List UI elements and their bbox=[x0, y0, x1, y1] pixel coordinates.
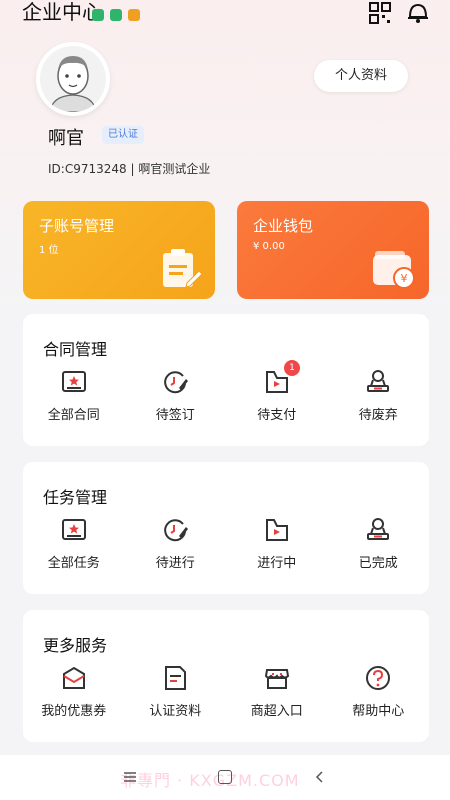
menu-icon[interactable] bbox=[122, 769, 138, 785]
section-title: 更多服务 bbox=[43, 636, 108, 655]
notification-icon bbox=[110, 9, 122, 21]
task-progress-icon bbox=[265, 519, 288, 541]
item-label: 进行中 bbox=[257, 556, 297, 571]
svg-text:¥: ¥ bbox=[401, 272, 408, 285]
contract-section: 合同管理 全部合同 待签订 1 待支付 待废弃 bbox=[23, 314, 429, 446]
verified-badge: 已认证 bbox=[102, 126, 144, 144]
item-label: 待废弃 bbox=[358, 408, 398, 423]
contract-all-icon bbox=[61, 371, 86, 392]
back-icon[interactable] bbox=[312, 769, 328, 785]
service-store[interactable]: 商超入口 bbox=[226, 664, 328, 719]
item-label: 全部任务 bbox=[47, 556, 100, 571]
watermark-text: 非專門 · KXGZM.COM bbox=[120, 771, 300, 790]
sign-pending-icon bbox=[164, 371, 189, 394]
item-label: 我的优惠券 bbox=[41, 704, 107, 719]
item-label: 商超入口 bbox=[250, 704, 303, 719]
wallet-icon: ¥ bbox=[373, 251, 415, 289]
notification-icon bbox=[128, 9, 140, 21]
card-value: 1 位 bbox=[39, 245, 59, 256]
card-value: ¥ 0.00 bbox=[253, 241, 285, 252]
avatar[interactable] bbox=[36, 42, 110, 116]
task-done-icon bbox=[367, 518, 390, 540]
task-in-progress[interactable]: 进行中 bbox=[226, 516, 328, 571]
item-label: 认证资料 bbox=[149, 704, 202, 719]
item-label: 全部合同 bbox=[47, 408, 100, 423]
profile-edit-button[interactable]: 个人资料 bbox=[314, 60, 408, 92]
coupon-icon bbox=[62, 666, 85, 689]
task-pending-icon bbox=[164, 519, 189, 542]
service-coupons[interactable]: 我的优惠券 bbox=[23, 664, 125, 719]
task-all-icon bbox=[61, 519, 86, 540]
status-bar: 企业中心 bbox=[0, 0, 450, 30]
message-icon[interactable] bbox=[406, 1, 430, 25]
notification-icon bbox=[92, 9, 104, 21]
contract-sign-pending[interactable]: 待签订 bbox=[125, 368, 227, 423]
discard-pending-icon bbox=[367, 370, 390, 392]
wallet-card[interactable]: 企业钱包 ¥ 0.00 ¥ bbox=[237, 201, 429, 299]
contract-discard-pending[interactable]: 待废弃 bbox=[328, 368, 430, 423]
section-title: 任务管理 bbox=[43, 488, 108, 507]
user-name: 啊官 bbox=[48, 128, 84, 149]
section-title: 合同管理 bbox=[43, 340, 108, 359]
task-done[interactable]: 已完成 bbox=[328, 516, 430, 571]
task-section: 任务管理 全部任务 待进行 进行中 已完成 bbox=[23, 462, 429, 594]
task-pending[interactable]: 待进行 bbox=[125, 516, 227, 571]
item-label: 待进行 bbox=[155, 556, 195, 571]
service-help[interactable]: 帮助中心 bbox=[328, 664, 430, 719]
avatar-face-icon bbox=[40, 46, 106, 112]
item-label: 待签订 bbox=[155, 408, 195, 423]
item-label: 帮助中心 bbox=[352, 704, 405, 719]
page-title: 企业中心 bbox=[22, 0, 102, 24]
sub-account-card[interactable]: 子账号管理 1 位 bbox=[23, 201, 215, 299]
home-icon[interactable] bbox=[218, 770, 232, 784]
system-nav-bar: 非專門 · KXGZM.COM bbox=[0, 755, 450, 800]
certificate-icon bbox=[165, 666, 187, 690]
qr-code-icon[interactable] bbox=[368, 1, 392, 25]
services-section: 更多服务 我的优惠券 认证资料 商超入口 帮助中心 bbox=[23, 610, 429, 742]
task-all[interactable]: 全部任务 bbox=[23, 516, 125, 571]
clipboard-icon bbox=[163, 249, 203, 288]
card-title: 企业钱包 bbox=[253, 217, 314, 235]
store-icon bbox=[264, 669, 289, 689]
service-certificate[interactable]: 认证资料 bbox=[125, 664, 227, 719]
pending-count-badge: 1 bbox=[284, 360, 300, 376]
user-id-line: ID:C9713248 | 啊官测试企业 bbox=[48, 162, 211, 176]
contract-pay-pending[interactable]: 1 待支付 bbox=[226, 360, 328, 423]
card-title: 子账号管理 bbox=[39, 217, 115, 235]
contract-all[interactable]: 全部合同 bbox=[23, 368, 125, 423]
help-icon bbox=[366, 666, 391, 690]
item-label: 已完成 bbox=[358, 556, 398, 571]
item-label: 待支付 bbox=[257, 408, 297, 423]
